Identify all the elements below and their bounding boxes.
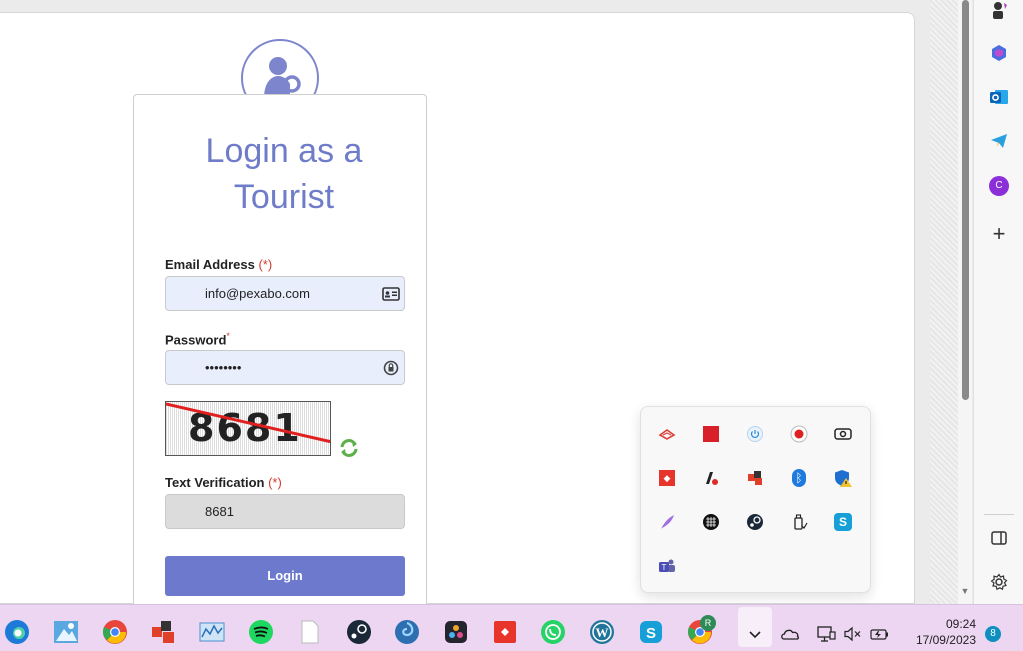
email-label: Email Address (*) bbox=[165, 257, 272, 272]
verification-field[interactable]: 8681 bbox=[165, 494, 405, 529]
email-label-text: Email Address bbox=[165, 257, 255, 272]
verification-label: Text Verification (*) bbox=[165, 475, 282, 490]
password-field[interactable]: •••••••• bbox=[165, 350, 405, 385]
power-icon[interactable] bbox=[745, 424, 765, 444]
id-card-icon bbox=[382, 287, 400, 301]
network-icon[interactable] bbox=[816, 624, 836, 644]
captcha-strike-line bbox=[166, 402, 330, 444]
settings-icon[interactable] bbox=[988, 571, 1010, 593]
clock-time: 09:24 bbox=[945, 617, 976, 631]
telegram-icon[interactable] bbox=[988, 130, 1010, 152]
c-avatar-letter: C bbox=[989, 176, 1009, 196]
paint-icon[interactable] bbox=[745, 468, 765, 488]
scrollbar-thumb[interactable] bbox=[962, 0, 969, 400]
verification-label-text: Text Verification bbox=[165, 475, 265, 490]
password-required-mark: * bbox=[226, 331, 230, 341]
sidebar-separator bbox=[984, 514, 1014, 515]
clock[interactable]: 09:24 17/09/2023 bbox=[896, 616, 976, 648]
sidebar-toggle-icon[interactable] bbox=[988, 527, 1010, 549]
copilot-icon[interactable] bbox=[988, 42, 1010, 64]
whatsapp-taskbar-icon[interactable] bbox=[540, 619, 566, 645]
edge-sidebar: C + bbox=[973, 0, 1023, 604]
bluetooth-icon[interactable]: ᛒ bbox=[789, 468, 809, 488]
chrome-profile-badge: R bbox=[700, 615, 716, 631]
notification-count-badge[interactable]: 8 bbox=[985, 626, 1001, 642]
password-value: •••••••• bbox=[205, 360, 242, 375]
security-warning-icon[interactable] bbox=[833, 468, 853, 488]
password-label: Password* bbox=[165, 331, 230, 347]
skype-icon[interactable]: S bbox=[833, 512, 853, 532]
monitor-taskbar-icon[interactable] bbox=[199, 619, 225, 645]
teams-icon[interactable]: T bbox=[657, 556, 677, 576]
anydesk-taskbar-icon[interactable] bbox=[492, 619, 518, 645]
amd-icon[interactable] bbox=[701, 424, 721, 444]
email-field[interactable]: info@pexabo.com bbox=[165, 276, 405, 311]
steam-taskbar-icon[interactable] bbox=[346, 619, 372, 645]
skype-taskbar-icon[interactable]: S bbox=[638, 619, 664, 645]
lock-refresh-icon[interactable] bbox=[382, 359, 400, 377]
steam-icon[interactable] bbox=[745, 512, 765, 532]
title-line-2: Tourist bbox=[233, 178, 335, 216]
onedrive-icon[interactable] bbox=[780, 624, 800, 644]
title-line-1: Login as a bbox=[205, 132, 363, 170]
camera-icon[interactable] bbox=[833, 424, 853, 444]
usb-icon[interactable] bbox=[789, 512, 809, 532]
audio-icon[interactable] bbox=[701, 468, 721, 488]
edge-taskbar-icon[interactable] bbox=[4, 619, 30, 645]
cloud-sync-icon[interactable] bbox=[657, 424, 677, 444]
svg-text:W: W bbox=[596, 625, 609, 640]
system-tray-overflow: ◆ ᛒ S T bbox=[640, 406, 871, 593]
svg-text:S: S bbox=[646, 625, 656, 642]
c-avatar-icon[interactable]: C bbox=[988, 175, 1010, 197]
spotify-taskbar-icon[interactable] bbox=[248, 619, 274, 645]
file-taskbar-icon[interactable] bbox=[297, 619, 323, 645]
scroll-down-arrow-icon[interactable]: ▼ bbox=[958, 584, 972, 598]
clock-date: 17/09/2023 bbox=[915, 633, 976, 647]
captcha-image: 8681 bbox=[165, 401, 331, 456]
photo-viewer-taskbar-icon[interactable] bbox=[53, 619, 79, 645]
email-value: info@pexabo.com bbox=[205, 286, 310, 301]
grid-icon[interactable] bbox=[701, 512, 721, 532]
page-gutter bbox=[930, 0, 960, 604]
verification-required-mark: (*) bbox=[268, 475, 282, 490]
anydesk-icon[interactable]: ◆ bbox=[657, 468, 677, 488]
battery-charging-icon[interactable] bbox=[870, 624, 890, 644]
refresh-captcha-icon[interactable] bbox=[339, 438, 359, 458]
verification-value: 8681 bbox=[205, 504, 234, 519]
record-icon[interactable] bbox=[789, 424, 809, 444]
page-title: Login as a Tourist bbox=[133, 128, 435, 220]
outlook-icon[interactable] bbox=[988, 86, 1010, 108]
paint-taskbar-icon[interactable] bbox=[151, 619, 177, 645]
browser-top-strip bbox=[0, 0, 930, 12]
svg-text:T: T bbox=[662, 563, 667, 572]
wordpress-taskbar-icon[interactable]: W bbox=[589, 619, 615, 645]
login-button[interactable]: Login bbox=[165, 556, 405, 596]
password-label-text: Password bbox=[165, 332, 227, 348]
quill-icon[interactable] bbox=[657, 512, 677, 532]
davinci-taskbar-icon[interactable] bbox=[443, 619, 469, 645]
swirl-taskbar-icon[interactable] bbox=[394, 619, 420, 645]
chess-icon[interactable] bbox=[988, 0, 1010, 22]
muted-volume-icon[interactable] bbox=[843, 624, 863, 644]
show-hidden-icons-chevron-icon[interactable] bbox=[745, 624, 765, 644]
email-required-mark: (*) bbox=[258, 257, 273, 272]
add-icon[interactable]: + bbox=[988, 221, 1010, 246]
chrome-taskbar-icon[interactable] bbox=[102, 619, 128, 645]
